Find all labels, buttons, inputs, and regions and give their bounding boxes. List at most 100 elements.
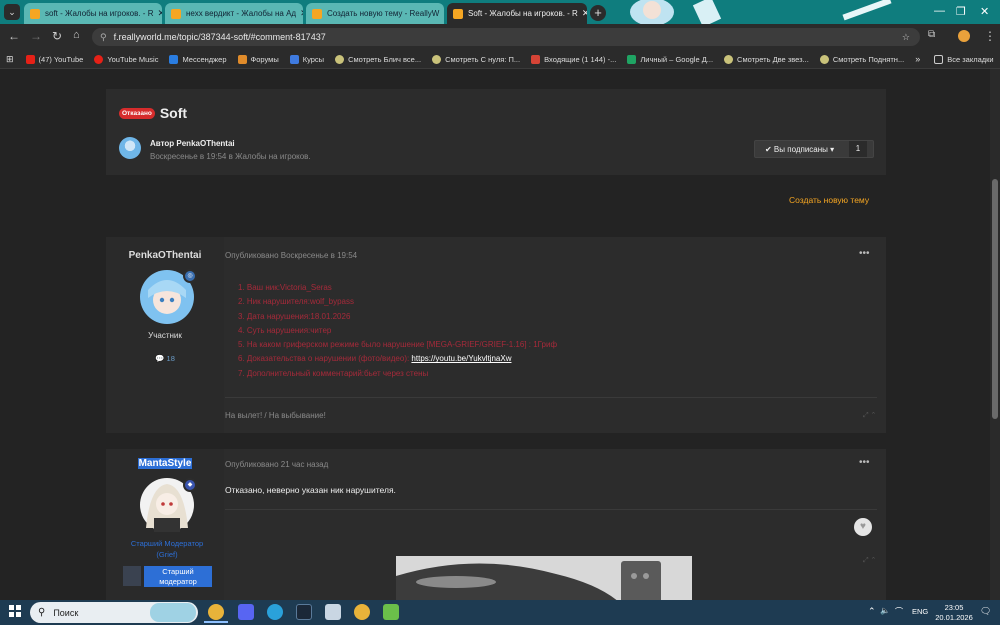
tab-1[interactable]: soft - Жалобы на игроков. - R ✕ [24,3,162,24]
bookmark-messenger[interactable]: Мессенджер [169,54,227,64]
bookmark-youtube-music[interactable]: YouTube Music [94,54,158,64]
back-icon[interactable]: ← [8,29,20,43]
author-avatar[interactable] [119,137,141,159]
create-topic-link[interactable]: Создать новую тему [789,195,869,205]
share-icon[interactable]: ⤢ ⌃ [863,411,876,420]
page-content: Отказано Soft Автор PenkaOThentai Воскре… [0,69,990,600]
extensions-icon[interactable]: ⧉ [928,29,935,40]
bookmark-gmail[interactable]: Входящие (1 144) -... [531,54,616,64]
post-date: Опубликовано 21 час назад [225,460,329,469]
maximize-button[interactable]: ❐ [956,5,966,18]
telegram-icon[interactable] [267,604,283,620]
page-scrollbar[interactable] [990,69,1000,600]
folder-icon [934,54,944,64]
topic-meta: Воскресенье в 19:54 в Жалобы на игроков. [150,152,311,161]
google-drive-icon [627,54,637,64]
start-windows-icon[interactable] [9,605,21,617]
follow-button[interactable]: ✔ Вы подписаны ▾ 1 [754,140,874,158]
apps-grid-icon[interactable]: ⊞ [6,54,14,65]
bookmark-google-drive[interactable]: Личный – Google Д... [627,54,713,64]
follow-count: 1 [849,141,867,157]
reload-icon[interactable]: ↻ [52,29,62,43]
rank-badge-icon: ◎ [183,269,197,283]
author-line[interactable]: Автор PenkaOThentai [150,139,235,148]
share-icon[interactable]: ⤢ ⌃ [863,556,876,565]
address-bar[interactable]: ⚲ f.reallyworld.me/topic/387344-soft/#co… [92,28,920,46]
list-item: 1. Ваш ник:Victoria_Seras [238,283,332,292]
tab-3[interactable]: Создать новую тему - ReallyW✕ [306,3,444,24]
app-icon[interactable] [325,604,341,620]
all-bookmarks[interactable]: Все закладки [934,54,994,64]
post-1: PenkaOThentai ◎ Участник 💬 18 Опубликова… [106,237,886,433]
gmail-icon [531,54,541,64]
tray-chevron-icon[interactable]: ⌃ [868,606,876,617]
post-menu-icon[interactable]: ••• [859,248,870,259]
complaint-form-list: 1. Ваш ник:Victoria_Seras 2. Ник нарушит… [238,281,557,381]
post-date: Опубликовано Воскресенье в 19:54 [225,251,358,260]
close-icon[interactable]: ✕ [439,8,444,19]
network-icon[interactable]: ⌒ [895,606,903,617]
bookmark-from-zero[interactable]: Смотреть С нуля: П... [432,54,520,64]
site-icon [312,8,322,19]
tab-4-active[interactable]: Soft - Жалобы на игроков. - R ✕ [447,3,587,24]
profile-avatar[interactable] [958,30,970,42]
browser-menu-icon[interactable]: ⋮ [984,29,996,43]
list-item: 2. Ник нарушителя:wolf_bypass [238,297,354,307]
list-item: 5. На каком гриферском режиме было наруш… [238,340,558,350]
author-role: Старший Модератор (Grief) [130,539,204,559]
bookmark-youtube[interactable]: (47) YouTube [25,54,83,64]
post-author-name[interactable]: MantaStyle [137,458,193,469]
close-icon[interactable]: ✕ [153,8,162,19]
chrome-profile-icon[interactable] [354,604,370,620]
post-body: Отказано, неверно указан ник нарушителя. [225,485,396,495]
minecraft-icon[interactable] [383,604,399,620]
bookmark-bleach[interactable]: Смотреть Блич все... [335,54,421,64]
discord-icon[interactable] [238,604,254,620]
divider [225,509,877,510]
list-item: 4. Суть нарушения:читер [238,325,332,335]
volume-icon[interactable]: 🔈 [880,606,890,615]
topic-header: Отказано Soft Автор PenkaOThentai Воскре… [106,89,886,175]
list-item: 6. Доказательства о нарушении (фото/виде… [238,354,512,364]
list-item: 7. Дополнительный комментарий:бьет через… [238,368,429,378]
close-icon[interactable]: ✕ [578,8,587,19]
new-tab-button[interactable]: + [590,5,606,21]
proof-video-link[interactable]: https://youtu.be/YukvltjnaXw [411,354,511,363]
bookmark-two-stars[interactable]: Смотреть Две звез... [724,54,809,64]
minimize-button[interactable]: — [934,5,945,17]
steam-icon[interactable] [296,604,312,620]
page-title: Soft [159,105,188,121]
youtube-icon [25,54,35,64]
group-badge: Старший модератор [144,566,212,587]
scrollbar-thumb[interactable] [992,179,998,419]
anime-site-icon [819,54,829,64]
site-info-icon[interactable]: ⚲ [100,32,107,43]
home-icon[interactable]: ⌂ [73,29,80,41]
bookmark-forums[interactable]: Форумы [237,54,279,64]
tab-2[interactable]: нехх вердикт - Жалобы на Ад✕ [165,3,303,24]
divider [225,397,877,398]
post-2: MantaStyle ◆ Старший Модератор (Grief) С… [106,449,886,600]
forward-icon[interactable]: → [30,29,42,43]
notifications-icon[interactable]: 🗨 [980,606,991,617]
post-menu-icon[interactable]: ••• [859,457,870,468]
bookmarks-bar: ⊞ (47) YouTube YouTube Music Мессенджер … [0,50,1000,69]
anime-site-icon [724,54,734,64]
evidence-image[interactable] [396,556,692,600]
youtube-music-icon [94,54,104,64]
bookmark-star-icon[interactable]: ☆ [902,32,910,43]
close-window-button[interactable]: ✕ [980,5,989,18]
post-signature: На вылет! / На выбывание! [225,411,326,420]
tab-search-button[interactable]: ⌄ [4,4,20,20]
post-author-name[interactable]: PenkaOThentai [106,250,224,261]
language-indicator[interactable]: ENG [912,607,928,616]
courses-icon [289,54,299,64]
clock[interactable]: 23:05 20.01.2026 [934,603,974,623]
like-heart-icon[interactable]: ♥ [854,518,872,536]
chrome-icon[interactable] [208,604,224,620]
bookmark-raised[interactable]: Смотреть Поднятн... [819,54,904,64]
bookmark-courses[interactable]: Курсы [289,54,324,64]
close-icon[interactable]: ✕ [296,8,303,19]
staff-icon [123,566,141,586]
bookmarks-overflow-icon[interactable]: » [915,54,920,64]
